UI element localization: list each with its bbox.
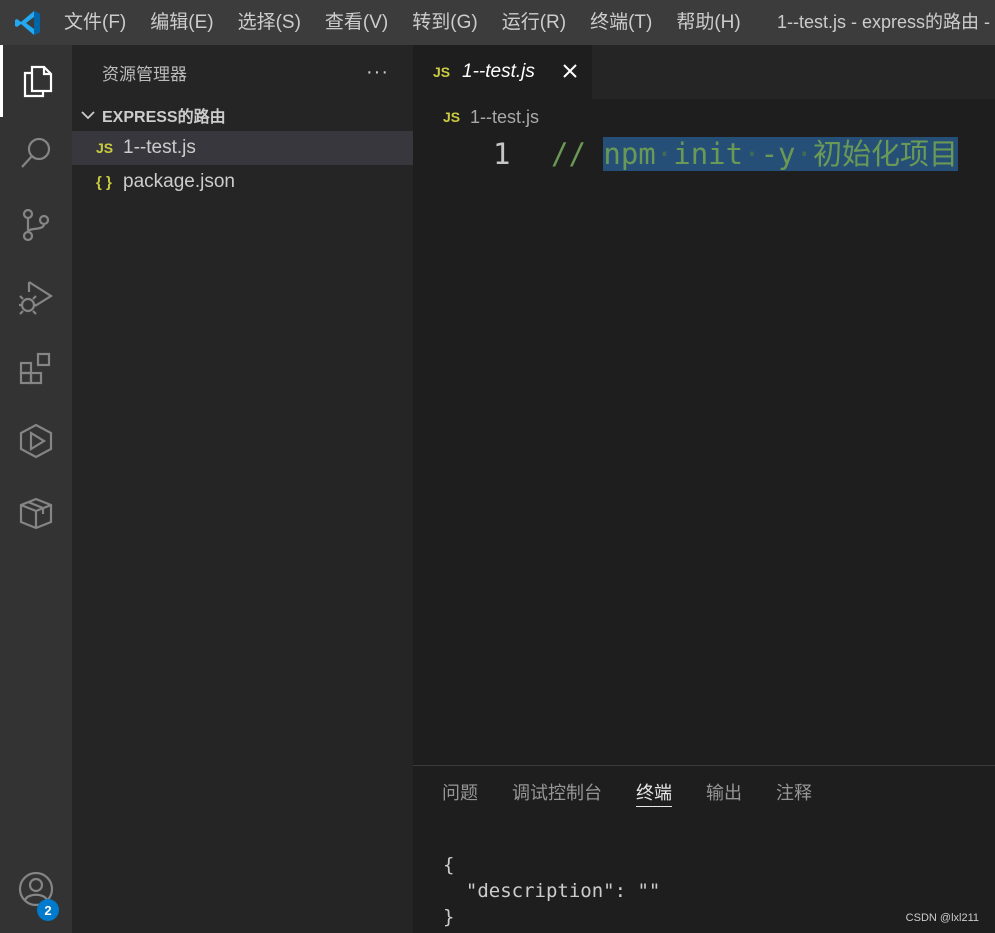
menu-go[interactable]: 转到(G) [400, 0, 489, 45]
selected-text: npm·init·-y·初始化项目 [603, 137, 958, 171]
tab-debug-console[interactable]: 调试控制台 [512, 780, 602, 806]
tab-output[interactable]: 输出 [706, 780, 742, 806]
chevron-down-icon [81, 111, 95, 120]
tab-comments[interactable]: 注释 [776, 780, 812, 806]
file-item-package-json[interactable]: { } package.json [72, 165, 413, 199]
breadcrumb: JS 1--test.js [413, 99, 995, 135]
js-file-icon: JS [96, 140, 114, 156]
terminal-line: } [443, 906, 455, 928]
account-badge: 2 [37, 899, 59, 921]
search-icon[interactable] [0, 117, 72, 189]
menu-run[interactable]: 运行(R) [490, 0, 578, 45]
editor-tabs: JS 1--test.js [413, 45, 995, 99]
terminal-line: "description": "" [443, 880, 661, 902]
menu-selection[interactable]: 选择(S) [226, 0, 313, 45]
sidebar-header: 资源管理器 ··· [72, 45, 413, 99]
code-line[interactable]: 1 // npm·init·-y·初始化项目 [413, 134, 995, 174]
vscode-logo-icon [0, 0, 56, 45]
menu-bar: 文件(F) 编辑(E) 选择(S) 查看(V) 转到(G) 运行(R) 终端(T… [56, 0, 753, 45]
file-item-test-js[interactable]: JS 1--test.js [72, 131, 413, 165]
menu-terminal[interactable]: 终端(T) [578, 0, 664, 45]
window-title: 1--test.js - express的路由 - Visual Studio … [777, 12, 995, 32]
json-file-icon: { } [96, 173, 112, 191]
account-icon[interactable]: 2 [0, 853, 72, 925]
file-name: package.json [123, 171, 235, 192]
watermark: CSDN @lxl211 [905, 912, 979, 924]
explorer-sidebar: 资源管理器 ··· EXPRESS的路由 JS 1--test.js { } p… [72, 45, 413, 933]
tab-label: 1--test.js [462, 61, 535, 82]
code-comment[interactable]: // npm·init·-y·初始化项目 [551, 134, 958, 174]
tab-problems[interactable]: 问题 [442, 780, 478, 806]
editor-area: JS 1--test.js JS 1--test.js 1 // npm·ini… [413, 45, 995, 765]
line-number: 1 [493, 137, 511, 171]
folder-name: EXPRESS的路由 [102, 109, 226, 126]
folder-section-header[interactable]: EXPRESS的路由 [72, 99, 413, 131]
bottom-panel: 问题 调试控制台 终端 输出 注释 { "description": ""} C… [413, 765, 995, 933]
explorer-icon[interactable] [0, 45, 72, 117]
package-icon[interactable] [0, 477, 72, 549]
activity-bar: 2 [0, 45, 72, 933]
terminal-output[interactable]: { "description": ""} [443, 852, 660, 930]
run-debug-icon[interactable] [0, 261, 72, 333]
terminal-line: { [443, 854, 455, 876]
panel-tabs: 问题 调试控制台 终端 输出 注释 [413, 766, 995, 820]
js-file-icon: JS [433, 64, 451, 80]
more-actions-icon[interactable]: ··· [366, 61, 389, 84]
tab-test-js[interactable]: JS 1--test.js [413, 45, 592, 99]
tab-terminal[interactable]: 终端 [636, 780, 672, 807]
remote-icon[interactable] [0, 405, 72, 477]
menu-file[interactable]: 文件(F) [56, 0, 138, 45]
title-bar: 文件(F) 编辑(E) 选择(S) 查看(V) 转到(G) 运行(R) 终端(T… [0, 0, 995, 45]
close-icon[interactable] [561, 62, 579, 80]
breadcrumb-file[interactable]: 1--test.js [470, 107, 539, 128]
menu-view[interactable]: 查看(V) [313, 0, 400, 45]
file-name: 1--test.js [123, 137, 196, 158]
menu-help[interactable]: 帮助(H) [664, 0, 752, 45]
source-control-icon[interactable] [0, 189, 72, 261]
sidebar-title: 资源管理器 [102, 64, 187, 84]
js-file-icon: JS [443, 109, 461, 125]
extensions-icon[interactable] [0, 333, 72, 405]
menu-edit[interactable]: 编辑(E) [138, 0, 225, 45]
comment-prefix: // [551, 137, 604, 171]
